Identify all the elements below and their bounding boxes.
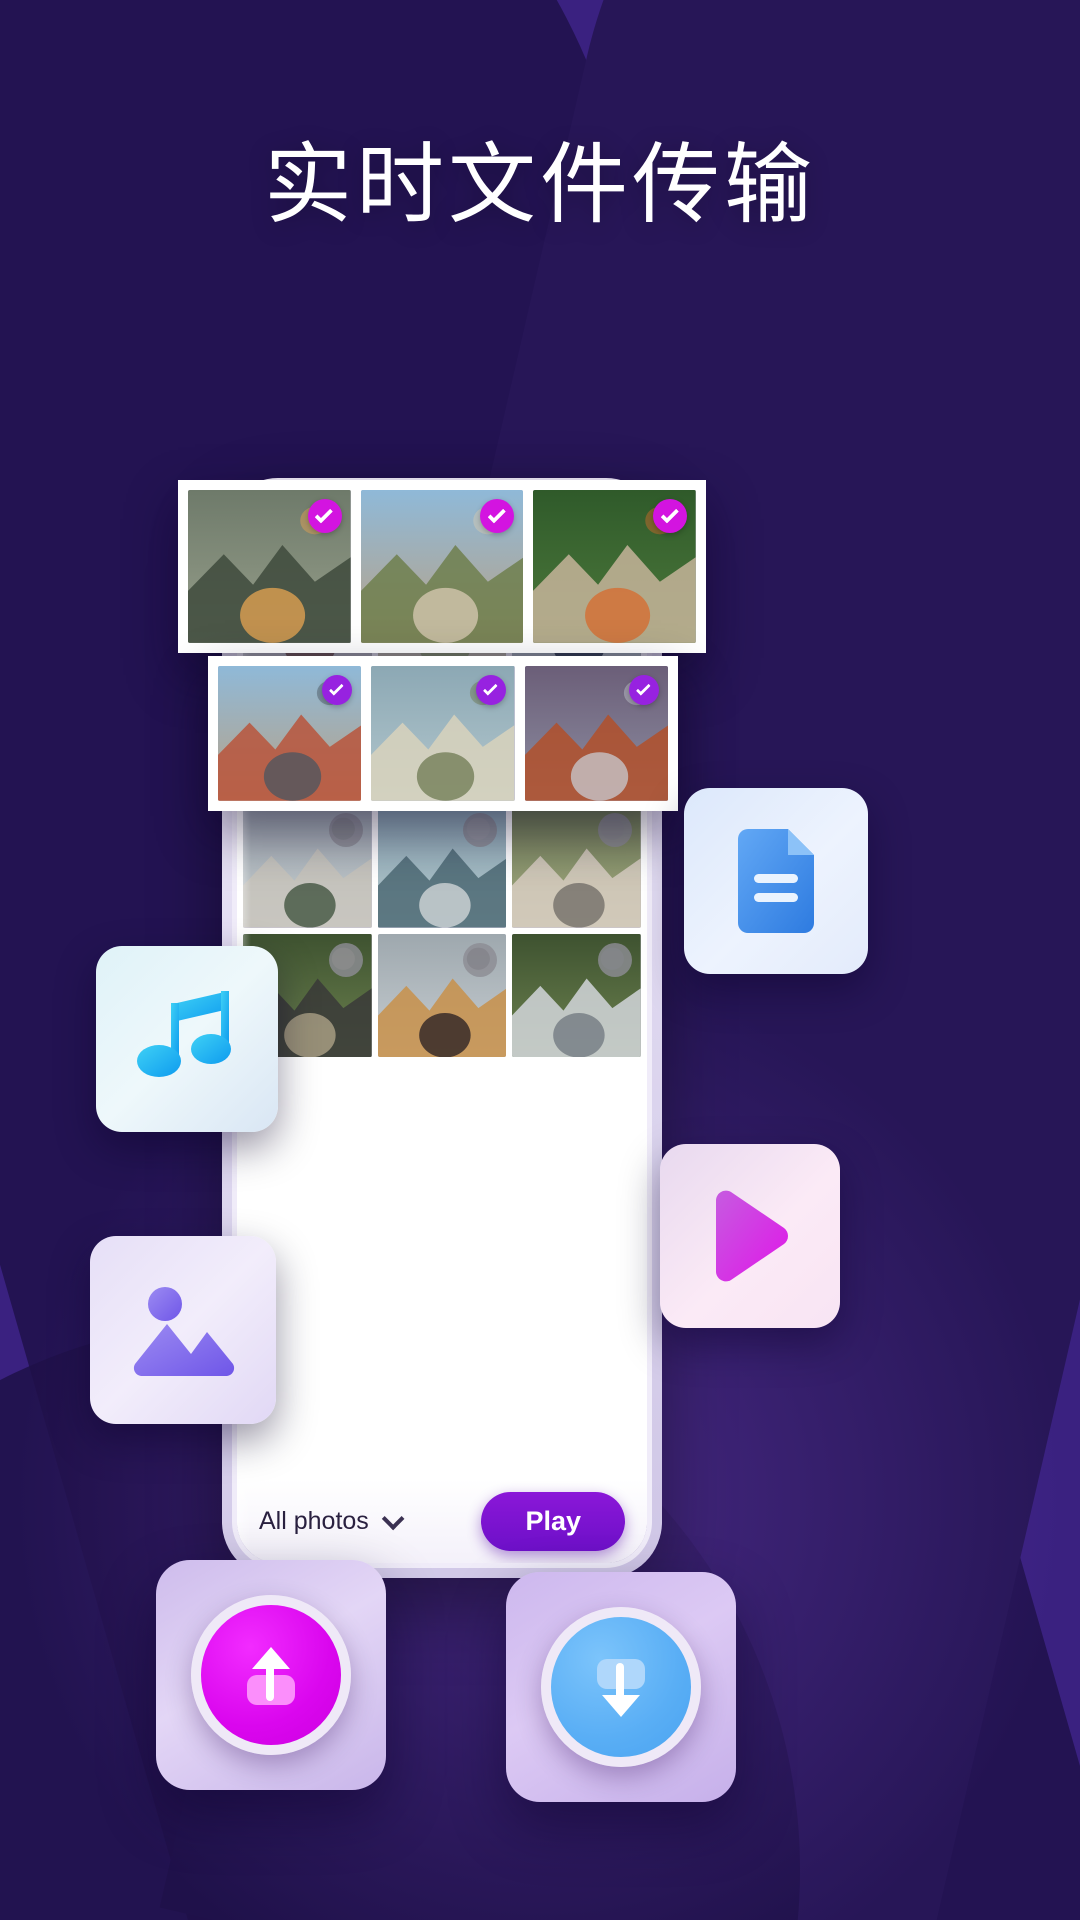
check-icon (635, 680, 651, 696)
check-icon (660, 504, 679, 524)
app-bottom-bar: All photos Play (237, 1479, 647, 1563)
receive-tile[interactable] (506, 1572, 736, 1802)
file-card-music[interactable] (96, 946, 278, 1132)
check-icon (487, 504, 506, 524)
receive-button[interactable] (541, 1607, 701, 1767)
photo-select-badge[interactable] (328, 813, 363, 848)
play-button[interactable]: Play (481, 1491, 625, 1551)
check-icon (329, 680, 345, 696)
file-card-image[interactable] (90, 1236, 276, 1424)
check-icon (482, 680, 498, 696)
photo-selected-badge[interactable] (475, 675, 506, 705)
file-card-video[interactable] (660, 1144, 840, 1328)
photo-select-badge[interactable] (598, 942, 632, 977)
music-note-icon (137, 991, 231, 1077)
filter-dropdown[interactable]: All photos (259, 1506, 405, 1536)
photo-cell[interactable] (218, 666, 362, 801)
photo-cell[interactable] (188, 490, 351, 643)
photo-cell[interactable] (512, 933, 641, 1058)
photo-cell[interactable] (243, 804, 372, 928)
photo-selected-badge[interactable] (653, 499, 687, 533)
download-arrow-icon (597, 1659, 645, 1717)
photo-selected-badge[interactable] (307, 499, 342, 533)
page-title: 实时文件传输 (263, 135, 816, 234)
image-picture-icon (133, 1287, 235, 1376)
send-tile[interactable] (156, 1560, 386, 1790)
photo-select-badge[interactable] (598, 813, 632, 848)
selected-photo-row-2[interactable] (208, 656, 678, 811)
photo-cell[interactable] (533, 490, 696, 643)
photo-cell[interactable] (512, 804, 641, 928)
selected-photo-row-1[interactable] (178, 480, 706, 653)
photo-cell[interactable] (377, 933, 507, 1058)
play-triangle-icon (716, 1190, 788, 1282)
check-icon (314, 504, 334, 524)
photo-cell[interactable] (360, 490, 524, 643)
upload-arrow-icon (247, 1647, 295, 1705)
photo-select-badge[interactable] (328, 942, 363, 977)
photo-cell[interactable] (377, 804, 507, 928)
photo-cell[interactable] (371, 666, 515, 801)
filter-label: All photos (259, 1506, 369, 1535)
photo-cell[interactable] (524, 666, 668, 801)
send-button[interactable] (191, 1595, 351, 1755)
photo-select-badge[interactable] (463, 942, 498, 977)
chevron-down-icon (381, 1507, 405, 1531)
photo-selected-badge[interactable] (628, 675, 659, 705)
file-card-document[interactable] (684, 788, 868, 974)
document-icon (738, 829, 814, 933)
promo-screenshot: 实时文件传输 11:11 (0, 0, 1080, 1920)
